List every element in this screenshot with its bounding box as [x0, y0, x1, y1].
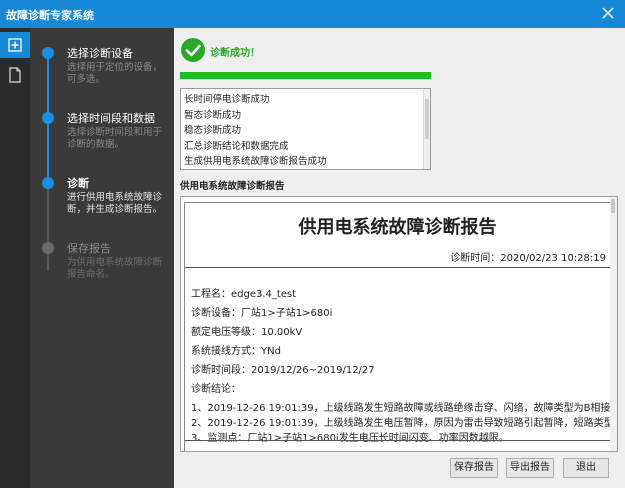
check-circle-icon: [180, 37, 206, 63]
report-document: 供用电系统故障诊断报告 诊断时间：2020/02/23 10:28:19 工程名…: [184, 202, 617, 451]
report-scrollbar[interactable]: [610, 197, 617, 451]
log-item: 长时间停电诊断成功: [184, 94, 270, 105]
log-scrollbar[interactable]: [423, 89, 430, 169]
divider: [185, 267, 610, 268]
step-title: 保存报告: [67, 242, 111, 255]
report-conclusion-3: 3、监测点：厂站1>子站1>680i发生电压长时间闪变、功率因数越限。: [191, 433, 509, 444]
report-title: 供用电系统故障诊断报告: [298, 217, 497, 238]
report-conclusion-label: 诊断结论：: [191, 384, 241, 395]
step-desc: 选择用于定位的设备，可多选。: [67, 62, 163, 85]
divider: [185, 440, 610, 441]
progress-fill: [180, 72, 431, 79]
report-project: 工程名：edge3.4_test: [191, 289, 297, 300]
log-items: 长时间停电诊断成功 暂态诊断成功 稳态诊断成功汇总诊断结论和数据完成生成供用电系统故…: [184, 92, 327, 169]
step-desc: 选择诊断时间段和用于诊断的数据。: [67, 127, 163, 150]
step-desc: 进行供用电系统故障诊断，并生成诊断报告。: [67, 192, 163, 215]
report-time: 诊断时间：2020/02/23 10:28:19: [450, 253, 606, 264]
export-report-button[interactable]: 导出报告: [506, 458, 554, 478]
report-voltage: 额定电压等级：10.00kV: [191, 327, 303, 338]
wizard-steps: 选择诊断设备 选择用于定位的设备，可多选。 选择时间段和数据 选择诊断时间段和用…: [30, 28, 174, 488]
report-viewer[interactable]: 供用电系统故障诊断报告 诊断时间：2020/02/23 10:28:19 工程名…: [180, 196, 618, 452]
add-icon[interactable]: [0, 32, 30, 58]
report-period: 诊断时间段：2019/12/26~2019/12/27: [191, 365, 375, 376]
step-title: 诊断: [67, 177, 89, 190]
step-dot: [42, 47, 54, 59]
step-desc: 为供用电系统故障诊断报告命名。: [67, 257, 163, 280]
report-conclusion-1: 1、2019-12-26 19:01:39，上级线路发生短路故障或线路绝缘击穿、…: [191, 403, 618, 414]
main-panel: 诊断成功！ 长时间停电诊断成功 暂态诊断成功 稳态诊断成功汇总诊断结论和数据完成生成…: [174, 28, 625, 488]
step-title: 选择诊断设备: [67, 47, 133, 60]
log-item: 生成供用电系统故障诊断报告成功: [184, 156, 327, 167]
status-text: 诊断成功！: [210, 48, 260, 59]
report-conclusion-2: 2、2019-12-26 19:01:39，上级线路发生电压暂降，原因为雷击导致…: [191, 418, 617, 429]
progress-bar: [180, 72, 431, 79]
report-section-label: 供用电系统故障诊断报告: [180, 181, 285, 192]
log-item: 暂态诊断成功: [184, 109, 242, 121]
exit-button[interactable]: 退出: [563, 458, 609, 478]
scrollbar-thumb[interactable]: [425, 99, 429, 139]
file-icon[interactable]: [0, 62, 30, 88]
step-dot: [42, 112, 54, 124]
scrollbar-thumb[interactable]: [611, 199, 615, 213]
log-item: 稳态诊断成功: [184, 125, 242, 136]
report-device: 诊断设备：厂站1>子站1>680i: [191, 308, 333, 319]
left-toolbar: [0, 28, 30, 488]
save-report-button[interactable]: 保存报告: [450, 458, 498, 478]
title-bar: 故障诊断专家系统: [0, 0, 625, 28]
window-title: 故障诊断专家系统: [6, 9, 94, 22]
log-item: 汇总诊断结论和数据完成: [184, 140, 289, 152]
step-title: 选择时间段和数据: [67, 112, 155, 125]
close-icon[interactable]: [599, 4, 617, 22]
report-wiring: 系统接线方式：YNd: [191, 346, 281, 357]
diagnosis-log-list[interactable]: 长时间停电诊断成功 暂态诊断成功 稳态诊断成功汇总诊断结论和数据完成生成供用电系统故…: [180, 88, 431, 170]
step-dot: [42, 177, 54, 189]
step-dot: [42, 242, 54, 254]
